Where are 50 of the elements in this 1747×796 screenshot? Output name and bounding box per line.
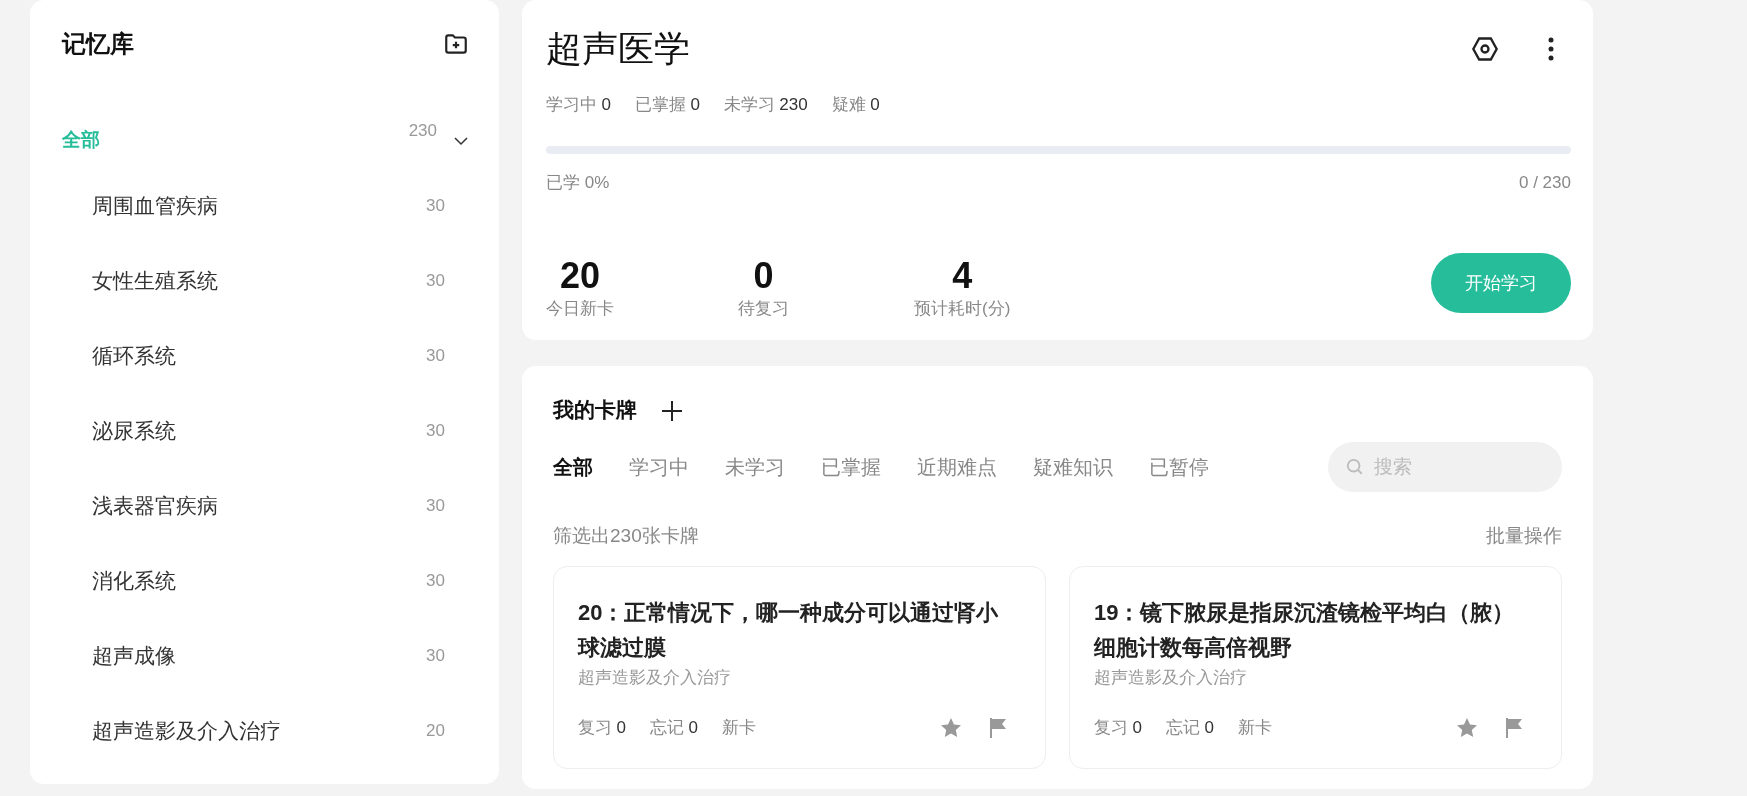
card-stat: 新卡 [721,716,756,739]
stat-label: 今日新卡 [546,297,614,320]
tree-item[interactable]: 周围血管疾病 30 [46,168,469,243]
tree-item[interactable]: 浅表器官疾病 30 [46,468,469,543]
card-title: 20：正常情况下，哪一种成分可以通过肾小球滤过膜 [578,599,1000,663]
progress-label: 已学 0% [546,171,610,194]
tree-item[interactable]: 超声成像 30 [46,618,469,693]
stat-text: 学习中 0 [546,94,611,116]
new-folder-icon[interactable] [443,31,469,57]
stat-text: 未学习 230 [723,94,808,116]
stat-label: 预计耗时(分) [914,297,1011,320]
flag-icon[interactable] [987,715,1009,740]
filter-tab[interactable]: 疑难知识 [1033,451,1113,482]
more-icon[interactable] [1547,36,1555,62]
stat-text: 疑难 0 [831,94,880,116]
batch-action-link[interactable]: 批量操作 [1486,521,1562,550]
stat-value: 4 [952,255,973,296]
card-stat: 忘记 0 [649,716,698,739]
tree-item[interactable]: 超声造影及介入治疗 20 [46,693,469,768]
stat-value: 20 [559,255,600,296]
card-stat: 新卡 [1237,716,1272,739]
filter-tab[interactable]: 已暂停 [1149,451,1209,482]
filter-tab[interactable]: 全部 [553,451,593,482]
search-icon [1346,457,1364,476]
settings-icon[interactable] [1471,35,1499,63]
stat-value: 0 [753,255,774,296]
question-card[interactable]: 19：镜下脓尿是指尿沉渣镜检平均白（脓）细胞计数每高倍视野 超声造影及介入治疗 复习 0 忘记 0 新卡 [1069,566,1562,770]
deck-title: 超声医学 [546,27,691,71]
tree-item[interactable]: 女性生殖系统 30 [46,243,469,318]
card-category: 超声造影及介入治疗 [1094,667,1248,690]
filter-count: 筛选出230张卡牌 [553,523,699,548]
filter-tab[interactable]: 学习中 [629,451,689,482]
stat-text: 已掌握 0 [634,94,700,116]
card-stat: 忘记 0 [1165,716,1214,739]
stat-label: 待复习 [738,297,789,320]
tree-item[interactable]: 循环系统 30 [46,318,469,393]
card-stat: 复习 0 [1094,716,1142,739]
flag-icon[interactable] [1503,715,1525,740]
filter-tab[interactable]: 近期难点 [917,451,997,482]
card-stat: 复习 0 [578,716,626,739]
sidebar-title: 记忆库 [62,29,134,59]
filter-tab[interactable]: 未学习 [725,451,785,482]
tree-item[interactable]: 消化系统 30 [46,543,469,618]
question-card[interactable]: 20：正常情况下，哪一种成分可以通过肾小球滤过膜 超声造影及介入治疗 复习 0 忘记 0 新卡 [553,566,1046,770]
panel-title: 我的卡牌 [553,397,637,423]
progress-reading: 0 / 230 [1519,171,1571,194]
card-title: 19：镜下脓尿是指尿沉渣镜检平均白（脓）细胞计数每高倍视野 [1094,599,1516,663]
filter-tab[interactable]: 已掌握 [821,451,881,482]
tree-item[interactable]: 泌尿系统 30 [46,393,469,468]
card-category: 超声造影及介入治疗 [578,667,732,690]
